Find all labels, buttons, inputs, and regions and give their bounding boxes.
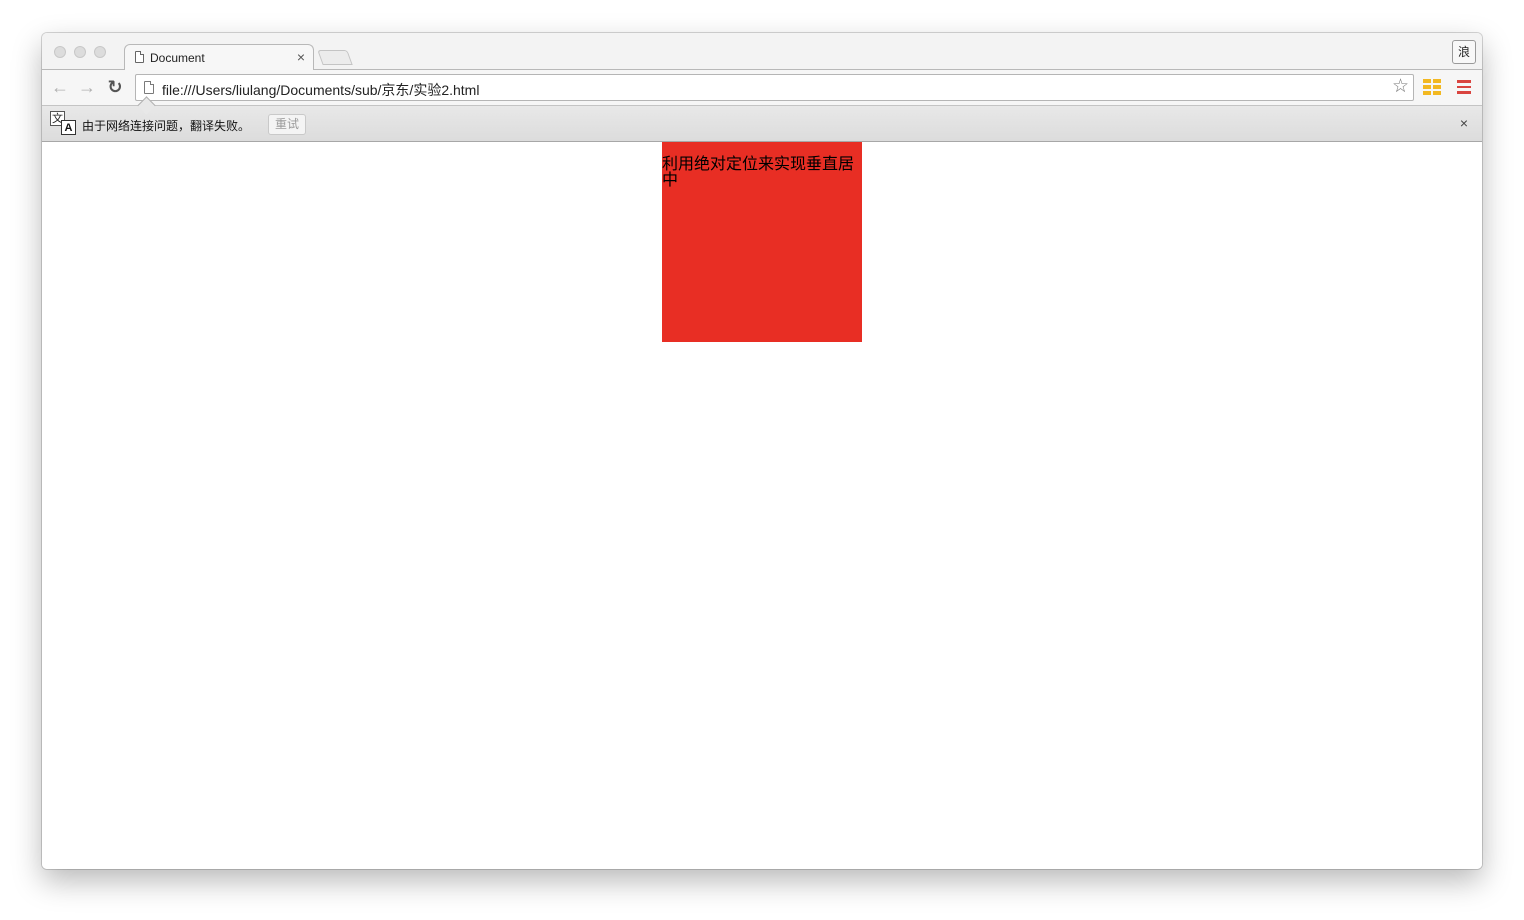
zoom-window-button[interactable] <box>94 46 106 58</box>
browser-window: Document × 浪 ← → ↻ file:///Users/liulang… <box>42 33 1482 869</box>
translate-error-message: 由于网络连接问题，翻译失败。 <box>82 119 251 133</box>
forward-arrow-icon[interactable]: → <box>77 77 97 97</box>
profile-button[interactable]: 浪 <box>1452 40 1476 64</box>
translate-icon: 文 A <box>50 111 78 137</box>
minimize-window-button[interactable] <box>74 46 86 58</box>
url-text[interactable]: file:///Users/liulang/Documents/sub/京东/实… <box>162 80 479 100</box>
centered-red-box: 利用绝对定位来实现垂直居中 <box>662 142 862 342</box>
new-tab-button[interactable] <box>317 50 353 65</box>
bookmark-star-icon[interactable]: ☆ <box>1392 76 1409 98</box>
tab-document[interactable]: Document × <box>124 44 314 71</box>
close-window-button[interactable] <box>54 46 66 58</box>
page-viewport: 利用绝对定位来实现垂直居中 <box>42 142 1482 869</box>
tab-strip: Document × 浪 <box>42 33 1482 71</box>
tab-title: Document <box>150 51 205 65</box>
reload-icon[interactable]: ↻ <box>105 77 125 97</box>
red-box-text: 利用绝对定位来实现垂直居中 <box>662 156 855 189</box>
document-icon <box>135 51 144 63</box>
chrome-menu-icon[interactable] <box>1457 80 1471 94</box>
tab-close-icon[interactable]: × <box>297 49 305 65</box>
retry-button[interactable]: 重试 <box>268 114 306 135</box>
translate-infobar: 文 A 由于网络连接问题，翻译失败。 重试 × <box>42 96 1482 142</box>
page-info-icon[interactable] <box>144 81 154 94</box>
extension-grid-icon[interactable] <box>1423 79 1441 95</box>
toolbar: ← → ↻ file:///Users/liulang/Documents/su… <box>42 70 1482 106</box>
address-bar[interactable]: file:///Users/liulang/Documents/sub/京东/实… <box>135 74 1414 101</box>
infobar-close-icon[interactable]: × <box>1460 115 1468 131</box>
back-arrow-icon[interactable]: ← <box>50 77 70 97</box>
